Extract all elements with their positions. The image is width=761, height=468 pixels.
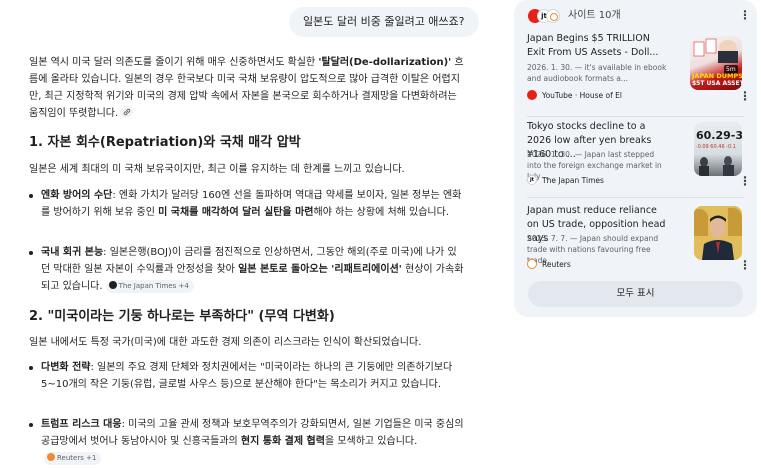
kebab-menu-icon[interactable]: ⋮ [739, 259, 751, 271]
bullet-label: 다변화 전략 [41, 362, 91, 373]
bullet-bold: 현지 통화 결제 협력 [240, 436, 325, 447]
bullet-bold: 일본 본토로 돌아오는 '리패트리에이션' [238, 264, 402, 275]
thumbnail-ticker-sub: ·0.09 60.46 -0.1 [696, 144, 736, 150]
thumbnail-people-graphic [699, 156, 734, 176]
source-card-source: YouTube · House of El [527, 90, 622, 102]
list-item: 국내 회귀 본능: 일본은행(BOJ)이 금리를 점진적으로 인상하면서, 그동… [29, 244, 465, 295]
answer-column: 일본도 달러 비중 줄일려고 애쓰죠? 일본 역시 미국 달러 의존도를 줄이기… [0, 0, 480, 468]
link-icon[interactable] [120, 106, 134, 118]
section2-heading: 2. "미국이라는 기둥 하나로는 부족하다" (무역 다변화) [29, 309, 335, 324]
citation-chip-japan-times[interactable]: The Japan Times +4 [105, 279, 194, 293]
source-card-source: jt The Japan Times [527, 175, 604, 187]
user-message-bubble: 일본도 달러 비중 줄일려고 애쓰죠? [289, 7, 479, 37]
source-card-source: Reuters [527, 259, 571, 271]
source-card-snippet: 2026. 1. 30. — it's available in ebook a… [527, 63, 667, 83]
source-card-thumbnail[interactable] [694, 206, 742, 260]
source-card-thumbnail[interactable]: 5m JAPAN DUMPS $5T USA ASSETS [690, 36, 742, 90]
citation-chip-reuters[interactable]: Reuters +1 [44, 451, 102, 465]
japan-times-icon [108, 280, 117, 289]
citation-chip-label: The Japan Times +4 [118, 281, 189, 290]
reuters-icon [527, 259, 537, 269]
answer-intro: 일본 역시 미국 달러 의존도를 줄이기 위해 매우 신중하면서도 확실한 '탈… [29, 54, 465, 122]
thumbnail-caption-2: $5T USA ASSETS [692, 80, 742, 87]
bullet-dot [29, 423, 33, 427]
source-name: YouTube · House of El [542, 91, 622, 100]
thumbnail-ticker: 60.29-3 [696, 129, 742, 142]
source-card-title[interactable]: Japan Begins $5 TRILLION Exit From US As… [527, 32, 669, 60]
list-item: 엔화 방어의 수단: 엔화 가치가 달러당 160엔 선을 돌파하며 역대급 약… [29, 187, 465, 221]
bullet-dot [29, 366, 33, 370]
sources-panel-header[interactable]: jt 사이트 10개 [528, 8, 748, 24]
kebab-menu-icon[interactable]: ⋮ [739, 175, 751, 187]
show-all-button[interactable]: 모두 표시 [528, 281, 743, 307]
citation-chip-label: Reuters +1 [57, 453, 97, 462]
thumbnail-caption-1: JAPAN DUMPS [692, 72, 742, 80]
intro-bold: '탈달러(De-dollarization)' [318, 57, 452, 68]
card-divider [527, 197, 744, 198]
list-item: 다변화 전략: 일본의 주요 경제 단체와 정치권에서는 "미국이라는 하나의 … [29, 359, 465, 393]
user-message-text: 일본도 달러 비중 줄일려고 애쓰죠? [303, 15, 465, 28]
section1-intro: 일본은 세계 최대의 미 국채 보유국이지만, 최근 이를 유지하는 데 한계를… [29, 164, 405, 175]
bullet-bold: 미 국채를 매각하여 달러 실탄을 마련 [158, 207, 314, 218]
section2-intro: 일본 내에서도 특정 국가(미국)에 대한 과도한 경제 의존이 리스크라는 인… [29, 337, 422, 348]
kebab-menu-icon[interactable]: ⋮ [739, 9, 751, 21]
source-name: The Japan Times [542, 176, 604, 185]
card-divider [527, 116, 744, 117]
bullet-dot [29, 194, 33, 198]
source-name: Reuters [542, 260, 571, 269]
thumbnail-portrait-graphic [694, 206, 742, 260]
bullet-text-end: 해야 하는 상황에 처해 있습니다. [313, 207, 450, 218]
japan-times-icon: jt [527, 175, 537, 185]
list-item: 트럼프 리스크 대응: 미국의 고율 관세 정책과 보호무역주의가 강화되면서,… [29, 416, 465, 467]
kebab-menu-icon[interactable]: ⋮ [739, 90, 751, 102]
bullet-label: 엔화 방어의 수단 [41, 190, 113, 201]
source-card-thumbnail[interactable]: 60.29-3 ·0.09 60.46 -0.1 [694, 122, 742, 176]
section1-heading: 1. 자본 회수(Repatriation)와 국채 매각 압박 [29, 135, 301, 150]
bullet-label: 트럼프 리스크 대응 [41, 419, 122, 430]
sources-panel: jt 사이트 10개 ⋮ Japan Begins $5 TRILLION Ex… [514, 0, 757, 317]
bullet-text: : 일본의 주요 경제 단체와 정치권에서는 "미국이라는 하나의 큰 기둥에만… [41, 362, 453, 390]
bullet-label: 국내 회귀 본능 [41, 247, 104, 258]
intro-text-1: 일본 역시 미국 달러 의존도를 줄이기 위해 매우 신중하면서도 확실한 [29, 57, 319, 68]
source-card-japan-times[interactable]: Tokyo stocks decline to a 2026 low after… [514, 120, 757, 192]
reuters-icon [546, 9, 560, 23]
bullet-dot [29, 251, 33, 255]
source-card-reuters[interactable]: Japan must reduce reliance on US trade, … [514, 204, 757, 274]
source-card-youtube[interactable]: Japan Begins $5 TRILLION Exit From US As… [514, 32, 757, 112]
bullet-text-end: 을 모색하고 있습니다. [324, 436, 418, 447]
reuters-icon [47, 452, 55, 461]
youtube-icon [527, 90, 537, 100]
sources-count-title: 사이트 10개 [568, 10, 621, 21]
